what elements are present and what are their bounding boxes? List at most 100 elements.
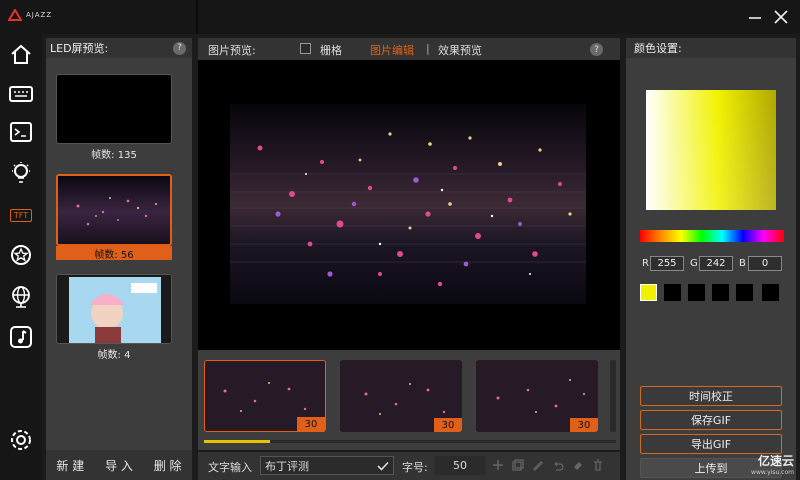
nav-globe[interactable] [7, 282, 35, 310]
tft-icon: TFT [9, 208, 33, 222]
color-panel-title: 颜色设置: [634, 42, 682, 55]
text-input-field[interactable]: 布丁评测 [260, 456, 394, 475]
g-label: G [690, 258, 698, 269]
b-label: B [739, 258, 746, 269]
frame-thumbnail-3[interactable]: 30 [476, 360, 598, 432]
b-input[interactable]: 0 [748, 256, 782, 271]
grid-label: 栅格 [320, 44, 342, 57]
tab-image-edit[interactable]: 图片编辑 [370, 42, 414, 58]
grid-checkbox[interactable] [300, 43, 311, 54]
minimize-button[interactable] [744, 6, 766, 28]
ajazz-logo-icon [8, 9, 22, 21]
nav-favorites[interactable] [7, 241, 35, 269]
color-swatch[interactable] [664, 284, 681, 301]
g-input[interactable]: 242 [699, 256, 733, 271]
frame-count-badge: 30 [297, 417, 325, 431]
particles-image [230, 104, 586, 304]
frame-thumbnail-2[interactable]: 30 [340, 360, 462, 432]
color-swatch[interactable] [712, 284, 729, 301]
copy-icon[interactable] [512, 459, 524, 471]
import-button[interactable]: 导 入 [105, 457, 133, 474]
help-icon[interactable]: ? [173, 41, 186, 55]
title-bar: AJAZZ [0, 0, 800, 34]
led-panel-header: LED屏预览: ? [46, 38, 192, 58]
font-size-label: 字号: [402, 461, 428, 474]
color-picker-square[interactable] [646, 90, 776, 210]
globe-icon [12, 286, 30, 308]
tab-separator: | [426, 42, 430, 55]
export-gif-button[interactable]: 导出GIF [640, 434, 782, 454]
brand-name: AJAZZ [26, 11, 53, 19]
led-item-1-caption: 帧数: 135 [91, 149, 137, 161]
watermark-text: 亿速云 [757, 454, 794, 468]
led-preview-panel: LED屏预览: ? 帧数: 135 帧数: 56 帧数: 4 新 建 导 入 删… [46, 38, 192, 480]
delete-button[interactable]: 删 除 [154, 457, 182, 474]
new-button[interactable]: 新 建 [56, 457, 84, 474]
hue-slider[interactable] [640, 230, 784, 242]
baby-photo-thumbnail [57, 275, 171, 343]
frame-count-badge: 30 [570, 418, 598, 432]
add-icon[interactable] [492, 459, 504, 471]
minimize-icon [749, 17, 761, 19]
terminal-icon [10, 122, 32, 142]
nav-tft[interactable]: TFT [7, 201, 35, 229]
color-swatch[interactable] [736, 284, 753, 301]
led-item-1[interactable] [56, 74, 172, 144]
led-item-2-caption: 帧数: 56 [56, 246, 172, 261]
r-label: R [642, 258, 649, 269]
star-icon [11, 245, 31, 265]
preview-title: 图片预览: [208, 44, 256, 57]
led-panel-title: LED屏预览: [50, 42, 109, 55]
text-input-label: 文字输入 [208, 461, 252, 474]
watermark-url: www.yisu.com [751, 469, 794, 476]
trash-icon[interactable] [592, 459, 604, 471]
preview-image[interactable] [230, 104, 586, 304]
music-note-icon [10, 326, 32, 348]
preview-header: 图片预览: 栅格 图片编辑 | 效果预览 ? [198, 38, 620, 60]
particles-thumbnail [58, 176, 170, 244]
color-panel-header: 颜色设置: [626, 38, 796, 58]
frame-thumbnail-1[interactable]: 30 [204, 360, 326, 432]
gear-icon [11, 430, 31, 450]
keyboard-icon [9, 86, 33, 102]
color-settings-panel: 颜色设置: R 255 G 242 B 0 时间校正 保存GIF 导出GIF 上… [626, 38, 796, 480]
nav-lighting[interactable] [7, 159, 35, 187]
led-item-3[interactable] [56, 274, 172, 344]
save-gif-button[interactable]: 保存GIF [640, 410, 782, 430]
close-icon [774, 10, 788, 24]
r-input[interactable]: 255 [650, 256, 684, 271]
settings-button[interactable] [7, 426, 35, 454]
nav-music[interactable] [7, 323, 35, 351]
color-swatch[interactable] [762, 284, 779, 301]
image-preview-area [198, 60, 620, 350]
led-item-2[interactable] [56, 174, 172, 246]
undo-icon[interactable] [552, 459, 564, 471]
eraser-icon[interactable] [572, 459, 584, 471]
check-icon[interactable] [377, 461, 389, 471]
text-input-bar: 文字输入 布丁评测 字号: 50 [198, 452, 620, 480]
color-swatch-selected[interactable] [640, 284, 657, 301]
led-panel-footer: 新 建 导 入 删 除 [46, 450, 192, 480]
text-input-value: 布丁评测 [265, 459, 309, 473]
color-swatch[interactable] [688, 284, 705, 301]
font-size-input[interactable]: 50 [434, 456, 486, 475]
nav-keyboard[interactable] [7, 80, 35, 108]
nav-terminal[interactable] [7, 118, 35, 146]
title-divider [196, 0, 198, 34]
led-item-3-caption: 帧数: 4 [97, 349, 131, 361]
edit-icon[interactable] [532, 459, 544, 471]
frame-strip-edge [610, 360, 616, 432]
nav-home[interactable] [7, 40, 35, 68]
frame-scrollbar-thumb[interactable] [204, 440, 270, 443]
frame-count-badge: 30 [434, 418, 462, 432]
close-button[interactable] [770, 6, 792, 28]
lightbulb-icon [12, 162, 30, 183]
home-icon [11, 44, 31, 64]
brand-logo: AJAZZ [8, 9, 52, 21]
tab-effect-preview[interactable]: 效果预览 [438, 42, 482, 58]
time-calibration-button[interactable]: 时间校正 [640, 386, 782, 406]
frame-scrollbar[interactable] [204, 440, 616, 443]
frame-strip: 30 30 30 [198, 350, 620, 450]
sidebar: TFT [0, 34, 42, 480]
preview-help-icon[interactable]: ? [590, 43, 603, 56]
